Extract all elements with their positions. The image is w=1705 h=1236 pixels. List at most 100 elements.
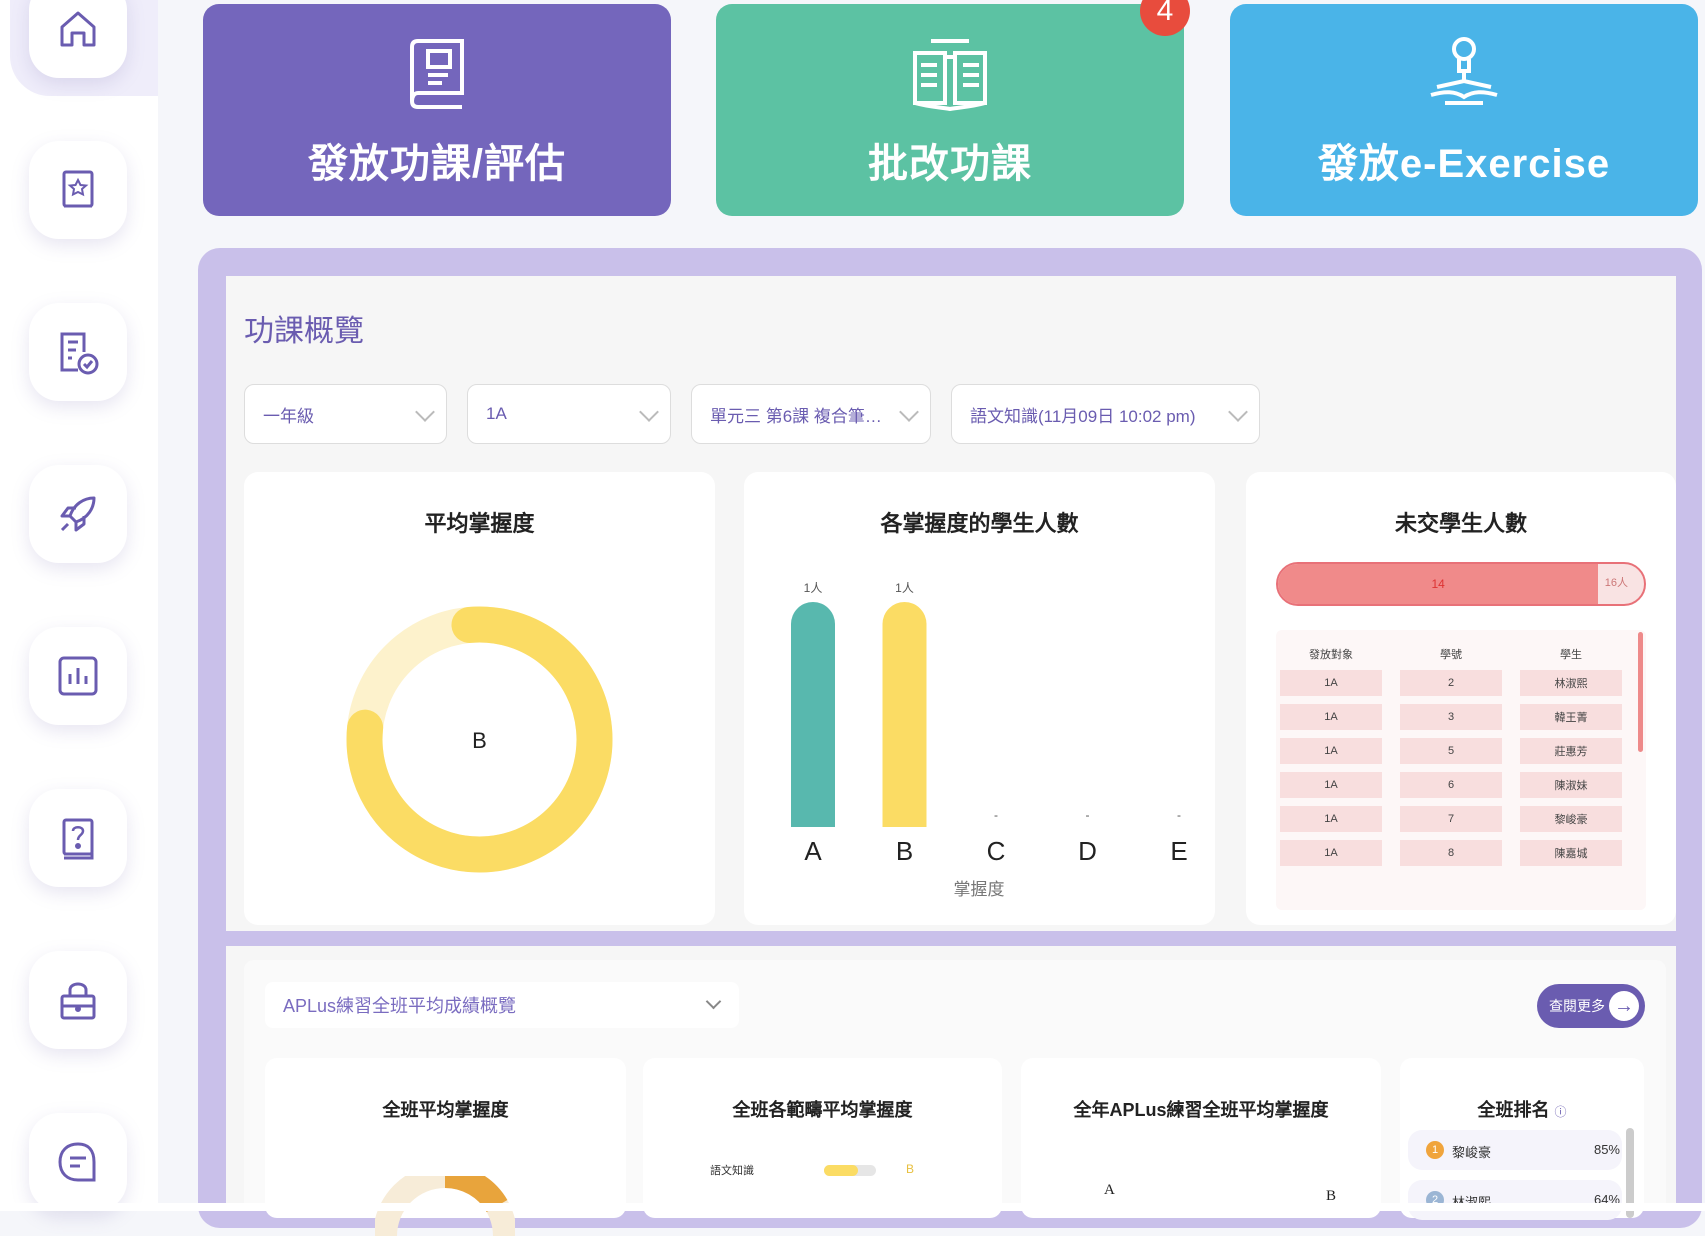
view-more-button[interactable]: 查閱更多 →	[1537, 984, 1645, 1028]
table-header: 學號	[1440, 649, 1462, 661]
table-header: 發放對象	[1309, 649, 1353, 661]
chat-icon	[58, 1142, 96, 1182]
aplus-card-title: 全年APLus練習全班平均掌握度	[1073, 1100, 1329, 1120]
not-submitted-count: 14	[1431, 577, 1445, 591]
grade-homework-button[interactable]: 4 批改功課	[716, 0, 1190, 216]
table-cell: 1A	[1280, 704, 1382, 730]
star-book-icon	[62, 170, 94, 208]
nav-bar-chart[interactable]	[29, 627, 127, 725]
bar-A-base	[791, 805, 835, 827]
grade-homework-label: 批改功課	[868, 142, 1032, 186]
unit-select[interactable]: 單元三 第6課 複合筆…	[691, 384, 931, 444]
bar-chart-icon	[58, 656, 98, 696]
total-students-label: 16人	[1604, 577, 1628, 589]
bar-A	[791, 602, 835, 827]
domain-grade: B	[906, 1162, 915, 1176]
aplus-report-select[interactable]: APLus練習全班平均成績概覽	[265, 982, 739, 1028]
aplus-class-avg-card: 全班平均掌握度	[265, 1058, 626, 1236]
ranking-name: 黎峻豪	[1452, 1145, 1492, 1160]
not-submitted-progress: 14 16人	[1276, 562, 1646, 606]
nav-home[interactable]	[29, 0, 127, 78]
chevron-down-icon	[899, 402, 919, 422]
domain-bar-fill	[824, 1165, 858, 1176]
table-header: 學生	[1560, 649, 1582, 661]
class-select[interactable]: 1A	[467, 384, 671, 444]
assignment-select[interactable]: 語文知識(11月09日 10:02 pm)	[951, 384, 1260, 444]
table-cell: 8	[1400, 840, 1502, 866]
table-row: 1A 8 陳嘉城	[1280, 840, 1622, 866]
chevron-down-icon	[639, 402, 659, 422]
x-tick-label: E	[1170, 836, 1187, 866]
reading-lightbulb-icon	[1430, 37, 1498, 105]
sidebar	[0, 0, 158, 1211]
donut-center-label: B	[472, 728, 487, 753]
rocket-icon	[60, 496, 96, 532]
aplus-class-ranking-card: 全班排名 ⓘ 1 黎峻豪 85% 2 林淑熙 64%	[1400, 1058, 1644, 1220]
aplus-card-title: 全班各範疇平均掌握度	[732, 1100, 913, 1120]
bar-data-label: 1人	[895, 581, 914, 595]
x-axis-label: 掌握度	[954, 880, 1005, 899]
avg-mastery-title: 平均掌握度	[424, 511, 535, 536]
table-cell: 5	[1400, 738, 1502, 764]
ranking-row: 1 黎峻豪 85%	[1408, 1130, 1622, 1170]
aplus-yearly-avg-card: 全年APLus練習全班平均掌握度 A B	[1021, 1058, 1381, 1218]
table-row: 1A 6 陳淑妹	[1280, 772, 1622, 798]
ranking-title-text: 全班排名	[1477, 1100, 1550, 1120]
mastery-bar-chart: 1人 A 1人 B - C - D - E 掌握度	[791, 581, 1188, 899]
bar-data-label: -	[1177, 808, 1181, 822]
table-cell: 3	[1400, 704, 1502, 730]
bar-data-label: 1人	[804, 581, 823, 595]
page-title: 功課概覽	[244, 315, 364, 348]
table-cell: 黎峻豪	[1520, 806, 1622, 832]
grade-select[interactable]: 一年級	[244, 384, 447, 444]
nav-lock-bag[interactable]	[29, 951, 127, 1049]
table-cell: 1A	[1280, 738, 1382, 764]
avg-mastery-card: 平均掌握度 B	[244, 472, 715, 925]
nav-question-book[interactable]	[29, 789, 127, 887]
not-submitted-table: 發放對象 學號 學生 1A 2 林淑熙 1A 3 韓王菁 1A 5 莊惠芳 1A 6 陳淑妹 1A 7 黎峻豪 1…	[1262, 638, 1640, 874]
bar-B-base	[882, 805, 927, 827]
domain-label: 語文知識	[710, 1165, 754, 1177]
table-cell: 1A	[1280, 772, 1382, 798]
nav-chat[interactable]	[29, 1113, 127, 1211]
view-more-label: 查閱更多	[1549, 998, 1605, 1014]
assignment-select-value: 語文知識(11月09日 10:02 pm)	[970, 406, 1196, 426]
table-row: 1A 7 黎峻豪	[1280, 806, 1622, 832]
table-row: 1A 3 韓王菁	[1280, 704, 1622, 730]
chevron-down-icon	[1228, 402, 1248, 422]
notification-badge: 4	[1140, 0, 1190, 36]
table-cell: 2	[1400, 670, 1502, 696]
not-submitted-title: 未交學生人數	[1394, 511, 1527, 536]
question-book-icon	[62, 818, 94, 860]
table-cell: 陳淑妹	[1520, 772, 1622, 798]
mastery-distribution-card: 各掌握度的學生人數 1人 A 1人 B - C - D - E 掌握度	[744, 472, 1215, 925]
assign-eexercise-button[interactable]: 發放e-Exercise	[1230, 4, 1698, 216]
table-cell: 韓王菁	[1520, 704, 1622, 730]
info-icon[interactable]: ⓘ	[1555, 1105, 1567, 1119]
nav-star-book[interactable]	[29, 141, 127, 239]
table-cell: 1A	[1280, 806, 1382, 832]
bar-data-label: -	[994, 808, 998, 822]
x-tick-label: C	[987, 836, 1006, 866]
x-tick-label: A	[804, 836, 822, 866]
ranking-row: 2 林淑熙 64%	[1408, 1180, 1622, 1220]
notebook-icon	[409, 39, 464, 109]
assign-homework-button[interactable]: 發放功課/評估	[203, 4, 671, 216]
aplus-card-title: 全班排名 ⓘ	[1400, 1096, 1644, 1122]
arrow-right-icon: →	[1609, 991, 1639, 1021]
unit-select-value: 單元三 第6課 複合筆…	[710, 406, 882, 426]
aplus-card-title: 全班平均掌握度	[382, 1100, 509, 1120]
nav-rocket[interactable]	[29, 465, 127, 563]
avg-mastery-donut: B	[346, 606, 613, 873]
table-cell: 莊惠芳	[1520, 738, 1622, 764]
assign-homework-label: 發放功課/評估	[307, 142, 567, 186]
table-cell: 7	[1400, 806, 1502, 832]
table-row: 1A 5 莊惠芳	[1280, 738, 1622, 764]
table-cell: 6	[1400, 772, 1502, 798]
x-tick-label: D	[1078, 836, 1097, 866]
nav-checklist[interactable]	[29, 303, 127, 401]
table-cell: 陳嘉城	[1520, 840, 1622, 866]
checklist-icon	[60, 332, 99, 375]
bottom-edge	[0, 1203, 1705, 1211]
ranking-score: 85%	[1593, 1142, 1620, 1157]
